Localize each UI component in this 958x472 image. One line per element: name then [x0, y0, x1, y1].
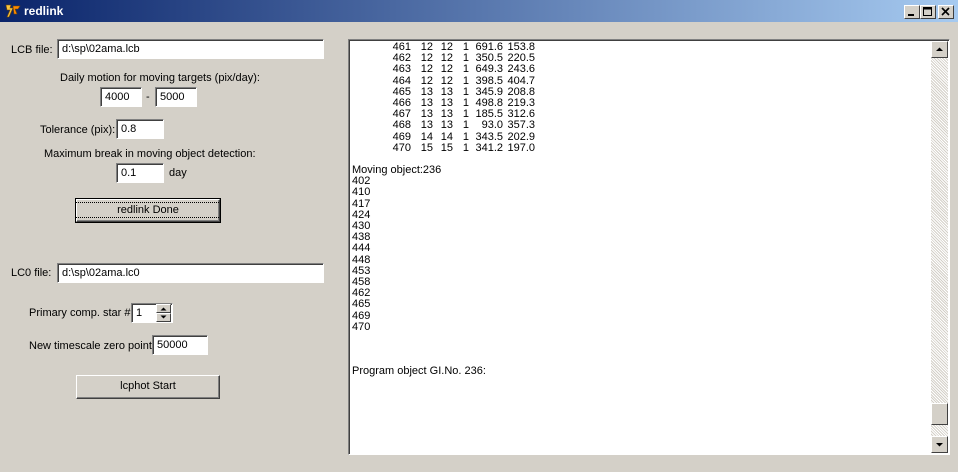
close-icon: [941, 7, 950, 16]
output-log-text: 461 12 12 1 691.6 153.8 462 12 12 1 350.5 220.5 463 1…: [351, 42, 929, 452]
moving-object-id: 424: [352, 208, 371, 221]
log-table-row: 467 13 13 1 185.5 312.6: [351, 108, 929, 120]
zero-point-label: New timescale zero point:: [29, 340, 155, 352]
log-table-row: 469 14 14 1 343.5 202.9: [351, 131, 929, 143]
log-table-cell: 13: [440, 119, 453, 132]
moving-object-id: 448: [352, 253, 371, 266]
moving-object-id: 430: [352, 220, 371, 232]
primary-comp-star-label: Primary comp. star #: [29, 307, 131, 319]
moving-object-id: 402: [352, 175, 371, 188]
log-table-cell: 13: [420, 119, 433, 132]
moving-object-id: 438: [352, 231, 371, 244]
motion-max-input[interactable]: 5000: [155, 87, 197, 107]
log-table-cell: 463: [392, 63, 411, 76]
log-table-cell: 1: [462, 119, 469, 132]
log-table-row: 462 12 12 1 350.5 220.5: [351, 52, 929, 64]
log-table-cell: 1: [462, 63, 469, 76]
log-table-cell: 1: [462, 141, 469, 154]
spinner-buttons: [156, 304, 171, 322]
log-table-cell: 15: [440, 141, 453, 154]
log-table-cell: 12: [420, 63, 433, 76]
moving-object-id: 444: [352, 242, 371, 255]
log-table-row: 464 12 12 1 398.5 404.7: [351, 75, 929, 87]
max-break-input[interactable]: 0.1: [116, 163, 164, 183]
log-table-cell: 357.3: [507, 119, 535, 132]
scroll-down-arrow-icon: [936, 443, 943, 447]
close-button[interactable]: [938, 5, 954, 19]
daily-motion-label: Daily motion for moving targets (pix/day…: [60, 72, 260, 84]
spinner-down-button[interactable]: [156, 313, 171, 322]
log-table-cell: 15: [420, 141, 433, 154]
spinner-up-button[interactable]: [156, 304, 171, 313]
moving-object-header: Moving object:236: [352, 164, 442, 177]
log-table-row: 465 13 13 1 345.9 208.8: [351, 86, 929, 98]
log-table-row: 461 12 12 1 691.6 153.8: [351, 42, 929, 53]
vertical-scrollbar[interactable]: [931, 41, 948, 453]
log-table-cell: 649.3: [475, 63, 503, 76]
lc0-file-input[interactable]: d:\sp\02ama.lc0: [57, 263, 324, 283]
window-title: redlink: [24, 4, 64, 18]
maximize-icon: [923, 7, 932, 16]
moving-object-id: 465: [352, 298, 371, 311]
motion-range-separator: -: [146, 91, 150, 103]
log-table-cell: 197.0: [507, 141, 535, 154]
log-table-cell: 12: [440, 63, 453, 76]
redlink-done-button[interactable]: redlink Done: [75, 198, 221, 223]
program-object-line: Program object GI.No. 236:: [352, 365, 486, 378]
spin-down-arrow-icon: [160, 315, 167, 319]
tolerance-input[interactable]: 0.8: [116, 119, 164, 139]
log-table-row: 470 15 15 1 341.2 197.0: [351, 141, 929, 154]
moving-object-id: 470: [352, 320, 371, 333]
primary-comp-star-spinner[interactable]: 1: [131, 303, 173, 323]
scrollbar-thumb[interactable]: [931, 403, 948, 425]
log-blank-line: [351, 333, 929, 344]
moving-object-id: 410: [352, 186, 371, 199]
log-blank-line: [351, 344, 929, 355]
moving-object-id: 469: [352, 309, 371, 322]
zero-point-input[interactable]: 50000: [152, 335, 208, 355]
redlink-window: redlink LCB file: d:\sp\02ama.lcb Daily …: [0, 0, 958, 472]
title-bar[interactable]: redlink: [0, 0, 958, 22]
moving-object-id: 417: [352, 197, 371, 210]
scroll-up-button[interactable]: [931, 41, 948, 58]
log-table-row: 468 13 13 1 93.0 357.3: [351, 120, 929, 131]
moving-object-id: 458: [352, 275, 371, 288]
log-table-cell: 468: [392, 119, 411, 132]
log-table-row: 463 12 12 1 649.3 243.6: [351, 64, 929, 75]
max-break-unit: day: [169, 167, 187, 179]
tolerance-label: Tolerance (pix):: [40, 124, 116, 136]
log-table-row: 466 13 13 1 498.8 219.3: [351, 97, 929, 109]
motion-min-input[interactable]: 4000: [100, 87, 142, 107]
fox-app-icon: [5, 4, 21, 18]
scroll-down-button[interactable]: [931, 436, 948, 453]
lcb-file-input[interactable]: d:\sp\02ama.lcb: [57, 39, 324, 59]
log-table-cell: 341.2: [475, 141, 503, 154]
log-table-cell: 243.6: [507, 63, 535, 76]
max-break-label: Maximum break in moving object detection…: [44, 148, 256, 160]
maximize-button[interactable]: [920, 5, 936, 19]
lcb-file-label: LCB file:: [11, 44, 53, 56]
log-table-cell: 93.0: [481, 119, 503, 132]
moving-object-id: 462: [352, 287, 371, 300]
log-table-cell: 470: [392, 141, 411, 154]
lcphot-start-button[interactable]: lcphot Start: [76, 375, 220, 399]
output-log[interactable]: 461 12 12 1 691.6 153.8 462 12 12 1 350.5 220.5 463 1…: [348, 39, 950, 455]
spin-up-arrow-icon: [160, 307, 167, 311]
minimize-button[interactable]: [904, 5, 920, 19]
scroll-up-arrow-icon: [936, 47, 943, 51]
moving-object-id: 453: [352, 264, 371, 277]
lc0-file-label: LC0 file:: [11, 267, 52, 279]
minimize-icon: [908, 14, 914, 16]
